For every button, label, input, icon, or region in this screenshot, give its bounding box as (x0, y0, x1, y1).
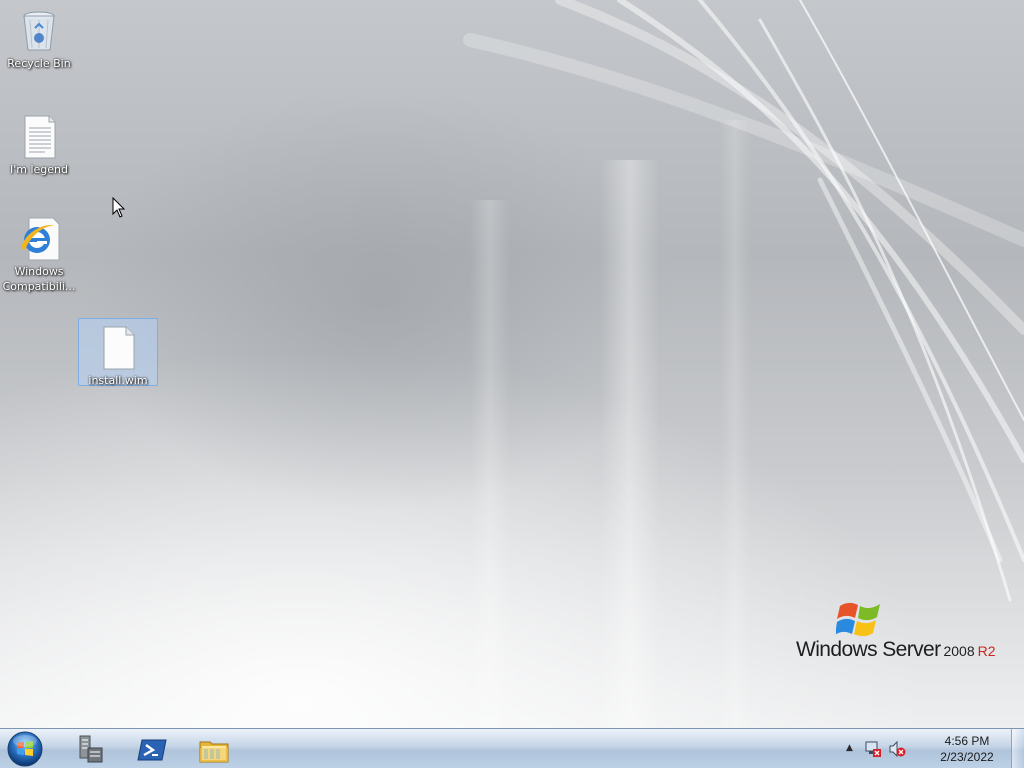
recycle-bin-icon (23, 11, 55, 51)
windows-server-logo: Windows Server 2008 R2 (790, 598, 1010, 668)
notification-area: ▲ 4:56 PM 2/23/2022 (846, 729, 1006, 768)
install-wim-label: install.wim (88, 374, 148, 387)
server-manager-icon (79, 735, 103, 763)
desktop-icon-install-wim[interactable]: install.wim (78, 318, 158, 387)
show-desktop-button[interactable] (1011, 729, 1024, 768)
desktop[interactable]: Recycle Bin I'm legend Windows Compatibi… (0, 0, 1024, 728)
folder-icon (199, 741, 229, 763)
im-legend-label: I'm legend (9, 163, 68, 176)
taskbar-server-manager[interactable] (62, 731, 118, 767)
windows-flag-icon (836, 602, 880, 637)
blank-file-icon (103, 326, 135, 370)
text-file-icon (24, 115, 56, 159)
taskbar-windows-explorer[interactable] (186, 731, 242, 767)
clock[interactable]: 4:56 PM 2/23/2022 (932, 733, 1002, 765)
desktop-icon-im-legend[interactable]: I'm legend (0, 112, 78, 177)
windows-compatibility-label: Windows Compatibili... (2, 265, 76, 293)
speaker-muted-icon[interactable] (888, 740, 906, 758)
taskbar: ▲ 4:56 PM 2/23/2022 (0, 728, 1024, 768)
clock-time: 4:56 PM (944, 734, 990, 748)
logo-version-text: 2008 (943, 643, 975, 659)
desktop-icon-windows-compatibility[interactable]: Windows Compatibili... (0, 214, 78, 294)
mouse-cursor-icon (112, 197, 126, 218)
taskbar-powershell[interactable] (124, 731, 180, 767)
clock-date: 2/23/2022 (940, 750, 994, 764)
logo-brand-text: Windows Server (796, 638, 941, 661)
start-button[interactable] (6, 730, 46, 768)
show-hidden-icons-icon[interactable]: ▲ (846, 743, 853, 753)
internet-explorer-icon (21, 217, 60, 261)
windows-orb-icon (7, 731, 43, 767)
logo-edition-text: R2 (977, 643, 996, 659)
recycle-bin-label: Recycle Bin (7, 57, 71, 70)
network-error-icon[interactable] (864, 740, 882, 758)
desktop-icon-recycle-bin[interactable]: Recycle Bin (0, 6, 78, 71)
powershell-icon (137, 739, 167, 761)
